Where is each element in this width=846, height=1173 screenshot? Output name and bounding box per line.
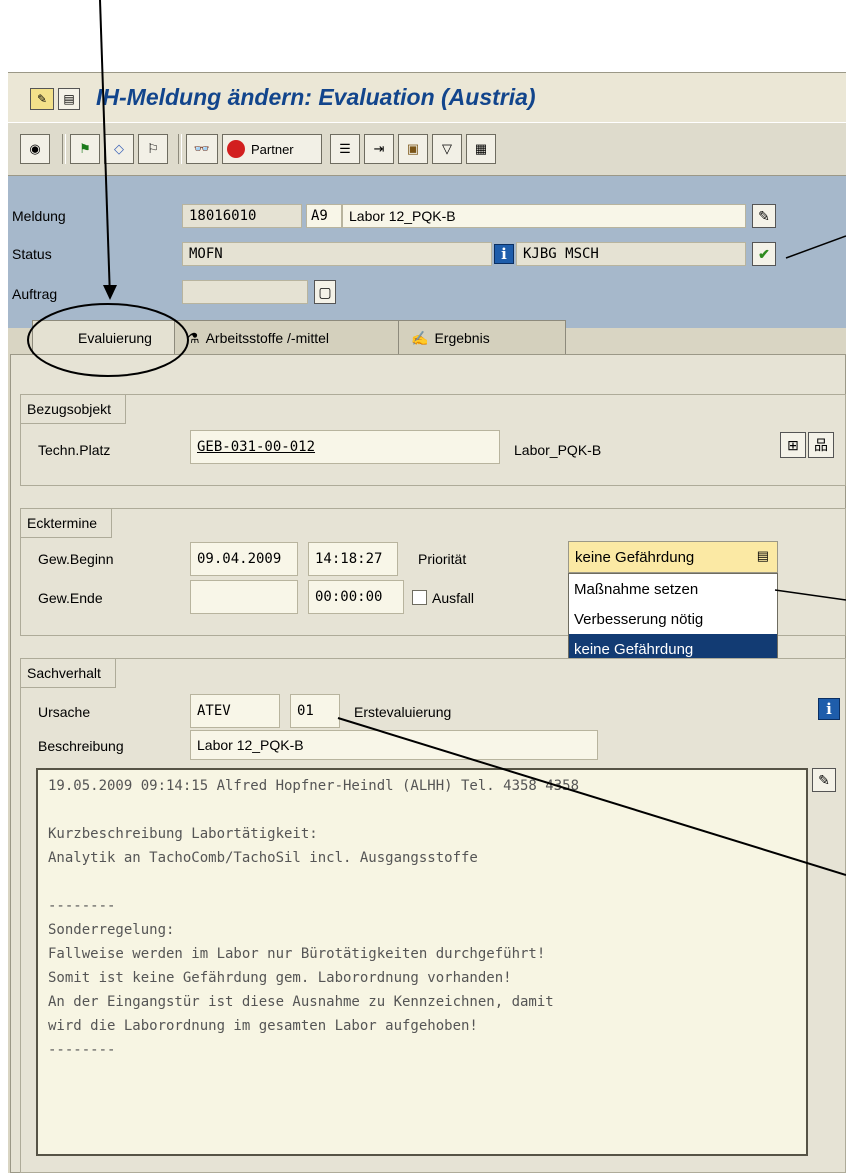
auftrag-field[interactable] bbox=[182, 280, 308, 304]
ursache-label: Ursache bbox=[38, 704, 91, 720]
ausfall-label: Ausfall bbox=[432, 590, 475, 606]
beginn-date-field[interactable]: 09.04.2009 bbox=[190, 542, 298, 576]
tab-arbeitsstoffe[interactable]: ⚗ Arbeitsstoffe /-mittel bbox=[174, 320, 422, 355]
ursache-code-field[interactable]: ATEV bbox=[190, 694, 280, 728]
hierarchy-icon[interactable]: 品 bbox=[808, 432, 834, 458]
display-object-icon[interactable]: ◉ bbox=[20, 134, 50, 164]
gew-beginn-label: Gew.Beginn bbox=[38, 551, 114, 567]
status-info-icon[interactable]: i bbox=[494, 244, 514, 264]
longtext-line: wird die Laborordnung im gesamten Labor … bbox=[48, 1018, 478, 1034]
create-order-icon[interactable]: ▢ bbox=[314, 280, 336, 304]
longtext-line: Somit ist keine Gefährdung gem. Laborord… bbox=[48, 970, 512, 986]
techn-platz-label: Techn.Platz bbox=[38, 442, 111, 458]
diamond-icon[interactable]: ◇ bbox=[104, 134, 134, 164]
ursache-info-icon[interactable]: i bbox=[818, 698, 840, 720]
tab-evaluierung-label: Evaluierung bbox=[78, 330, 152, 346]
option-massnahme[interactable]: Maßnahme setzen bbox=[569, 574, 777, 604]
stamp-icon[interactable]: ▣ bbox=[398, 134, 428, 164]
prioritaet-dropdown[interactable]: keine Gefährdung ▤ bbox=[568, 541, 778, 573]
tab-arbeitsstoffe-label: Arbeitsstoffe /-mittel bbox=[205, 330, 330, 346]
ende-time-field[interactable]: 00:00:00 bbox=[308, 580, 404, 614]
prioritaet-label: Priorität bbox=[418, 551, 467, 567]
beschreibung-label: Beschreibung bbox=[38, 738, 124, 754]
longtext-line: Fallweise werden im Labor nur Bürotätigk… bbox=[48, 946, 546, 962]
ursache-num-field[interactable]: 01 bbox=[290, 694, 340, 728]
layout-icon[interactable]: ▦ bbox=[466, 134, 496, 164]
doc-icon[interactable]: ▤ bbox=[58, 88, 80, 110]
meldung-text-field[interactable]: Labor 12_PQK-B bbox=[342, 204, 746, 228]
toolbar-separator bbox=[178, 134, 182, 164]
structure-icon[interactable]: ⊞ bbox=[780, 432, 806, 458]
tab-ergebnis[interactable]: ✍ Ergebnis bbox=[398, 320, 566, 355]
chemicals-icon: ⚗ bbox=[187, 329, 200, 346]
export-icon[interactable]: ⇥ bbox=[364, 134, 394, 164]
menu-icon[interactable]: ✎ bbox=[30, 88, 54, 110]
sachverhalt-title: Sachverhalt bbox=[21, 659, 116, 688]
partner-button[interactable]: Partner bbox=[222, 134, 322, 164]
ende-date-field[interactable] bbox=[190, 580, 298, 614]
longtext-line: Analytik an TachoComb/TachoSil incl. Aus… bbox=[48, 850, 478, 866]
longtext-line: Sonderregelung: bbox=[48, 922, 175, 938]
auftrag-label: Auftrag bbox=[12, 286, 58, 302]
result-icon: ✍ bbox=[411, 329, 429, 346]
beginn-time-field[interactable]: 14:18:27 bbox=[308, 542, 398, 576]
gew-ende-label: Gew.Ende bbox=[38, 590, 103, 606]
flag-check-icon[interactable]: ⚐ bbox=[138, 134, 168, 164]
longtext-line: -------- bbox=[48, 898, 116, 914]
edit-longtext-icon[interactable]: ✎ bbox=[752, 204, 776, 228]
partner-icon bbox=[227, 140, 245, 158]
longtext-area[interactable]: 19.05.2009 09:14:15 Alfred Hopfner-Heind… bbox=[36, 768, 808, 1156]
techn-platz-description: Labor_PQK-B bbox=[514, 442, 602, 458]
flag-green-icon[interactable]: ⚑ bbox=[70, 134, 100, 164]
ecktermine-title: Ecktermine bbox=[21, 509, 113, 538]
prioritaet-value: keine Gefährdung bbox=[575, 548, 695, 566]
status-label: Status bbox=[12, 246, 52, 262]
longtext-line: 19.05.2009 09:14:15 Alfred Hopfner-Heind… bbox=[48, 778, 580, 794]
window-title: IH-Meldung ändern: Evaluation (Austria) bbox=[96, 84, 536, 110]
toolbar-separator bbox=[62, 134, 66, 164]
longtext-line: An der Eingangstür ist diese Ausnahme zu… bbox=[48, 994, 554, 1010]
techn-platz-field[interactable]: GEB-031-00-012 bbox=[190, 430, 500, 464]
status-check-icon[interactable]: ✔ bbox=[752, 242, 776, 266]
edit-description-icon[interactable]: ✎ bbox=[812, 768, 836, 792]
partner-label: Partner bbox=[251, 141, 294, 157]
bezugsobjekt-title: Bezugsobjekt bbox=[21, 395, 127, 424]
option-verbesserung[interactable]: Verbesserung nötig bbox=[569, 604, 777, 634]
tab-ergebnis-label: Ergebnis bbox=[434, 330, 490, 346]
ursache-text: Erstevaluierung bbox=[354, 704, 452, 720]
ausfall-checkbox[interactable] bbox=[412, 590, 427, 605]
meldung-art-field[interactable]: A9 bbox=[306, 204, 342, 228]
document-list-icon[interactable]: ☰ bbox=[330, 134, 360, 164]
longtext-line: -------- bbox=[48, 1042, 116, 1058]
filter-icon[interactable]: ▽ bbox=[432, 134, 462, 164]
meldung-label: Meldung bbox=[12, 208, 66, 224]
binoculars-icon[interactable]: 👓 bbox=[186, 134, 218, 164]
status-value-field: MOFN bbox=[182, 242, 492, 266]
meldung-number-field[interactable]: 18016010 bbox=[182, 204, 302, 228]
longtext-line: Kurzbeschreibung Labortätigkeit: bbox=[48, 826, 318, 842]
dropdown-list-icon: ▤ bbox=[756, 548, 769, 563]
beschreibung-field[interactable]: Labor 12_PQK-B bbox=[190, 730, 598, 760]
status-user-field: KJBG MSCH bbox=[516, 242, 746, 266]
